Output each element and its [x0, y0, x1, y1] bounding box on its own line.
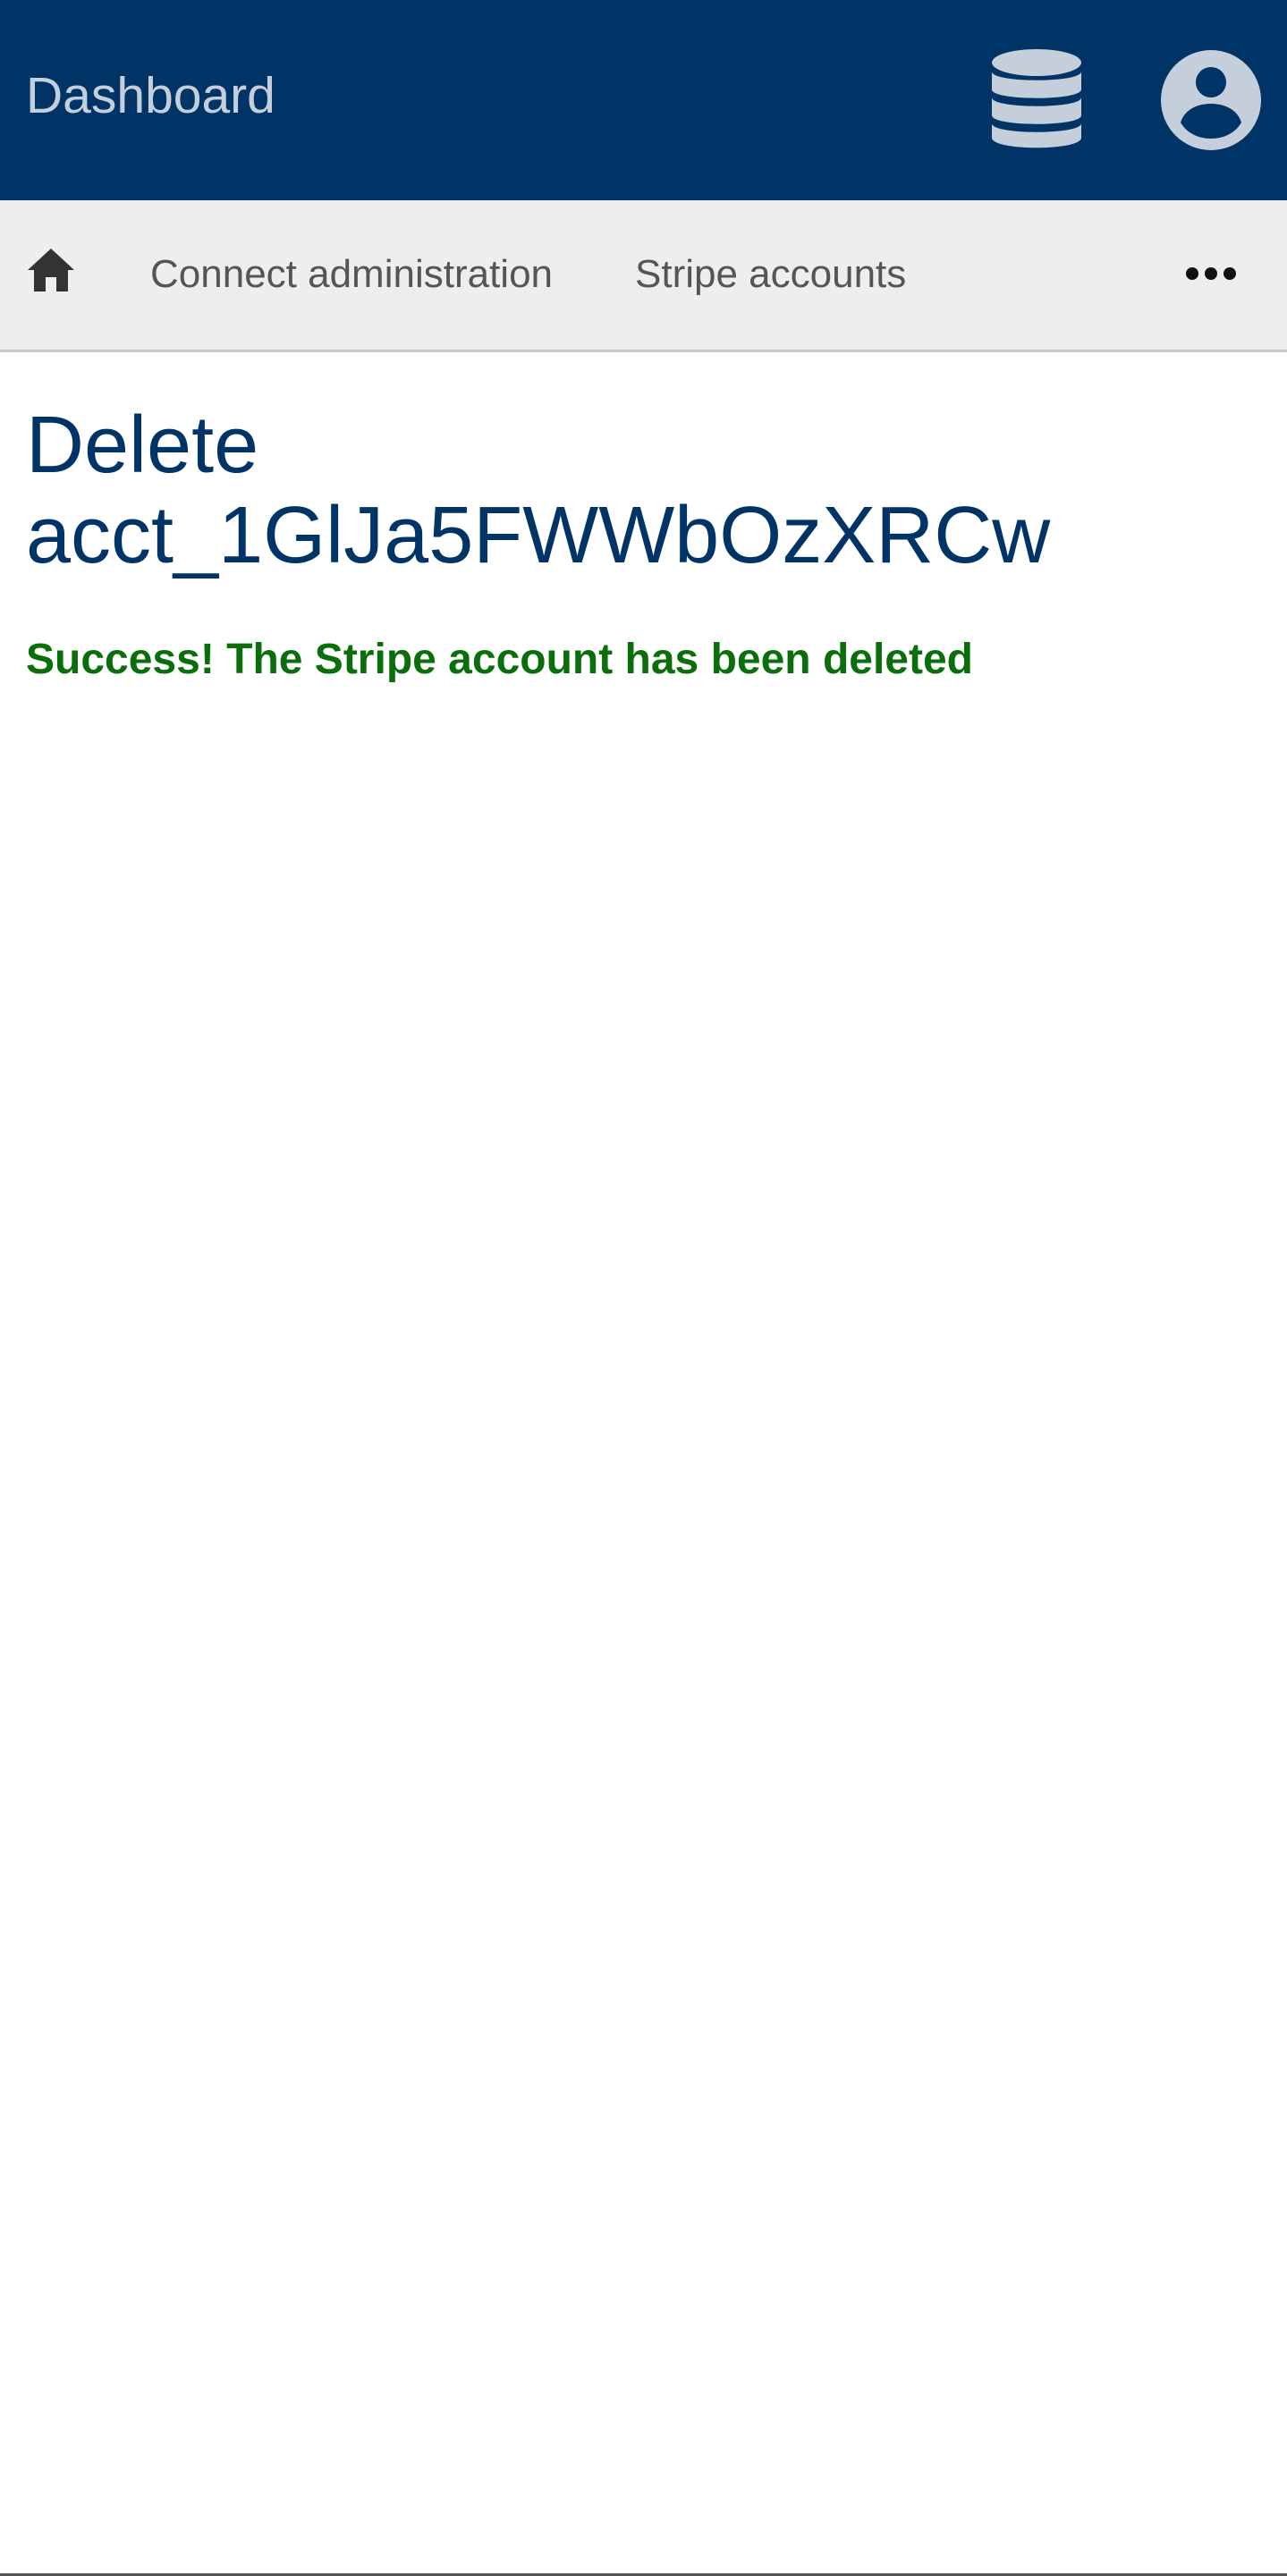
- page-title-account-id: acct_1GlJa5FWWbOzXRCw: [26, 491, 1051, 580]
- dashboard-link[interactable]: Dashboard: [26, 66, 275, 125]
- database-icon[interactable]: [989, 47, 1084, 153]
- page-title: Delete acct_1GlJa5FWWbOzXRCw: [26, 401, 1260, 581]
- top-header: Dashboard: [0, 0, 1287, 200]
- breadcrumb-nav: Connect administration Stripe accounts: [0, 200, 1287, 352]
- more-horizontal-icon[interactable]: [1184, 263, 1238, 284]
- success-message: Success! The Stripe account has been del…: [26, 636, 973, 683]
- nav-link-stripe-accounts[interactable]: Stripe accounts: [635, 251, 906, 298]
- page-title-action: Delete: [26, 401, 259, 490]
- nav-link-connect-administration[interactable]: Connect administration: [150, 251, 553, 298]
- account-circle-icon[interactable]: [1160, 49, 1262, 151]
- home-icon[interactable]: [26, 247, 76, 293]
